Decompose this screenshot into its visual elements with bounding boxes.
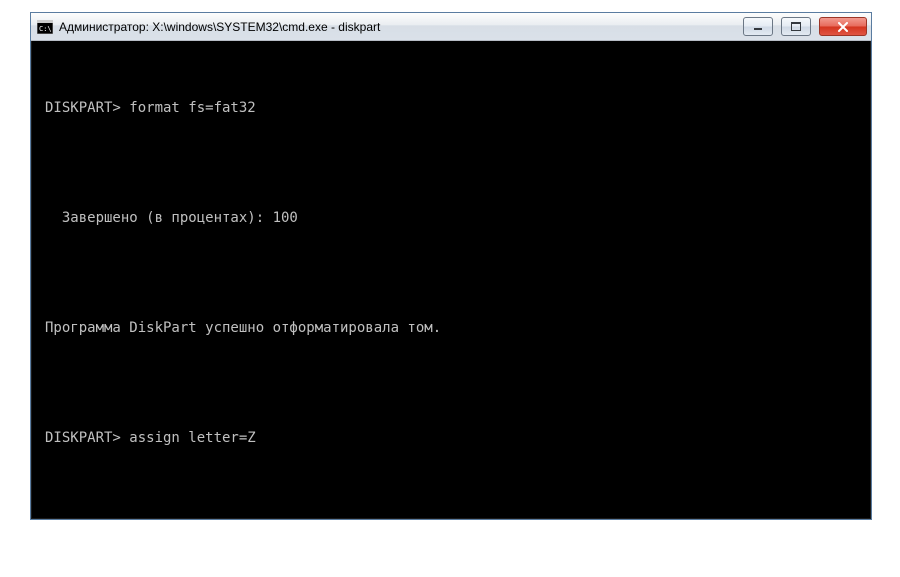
close-button[interactable] xyxy=(819,17,867,36)
titlebar[interactable]: C:\ Администратор: X:\windows\SYSTEM32\c… xyxy=(31,13,871,41)
maximize-button[interactable] xyxy=(781,17,811,36)
console-line: DISKPART> format fs=fat32 xyxy=(45,97,857,119)
window-title: Администратор: X:\windows\SYSTEM32\cmd.e… xyxy=(59,20,380,34)
minimize-button[interactable] xyxy=(743,17,773,36)
console-line: DISKPART> assign letter=Z xyxy=(45,427,857,449)
console-line: Программа DiskPart успешно отформатирова… xyxy=(45,317,857,339)
cmd-window: C:\ Администратор: X:\windows\SYSTEM32\c… xyxy=(30,12,872,520)
console-output[interactable]: DISKPART> format fs=fat32 Завершено (в п… xyxy=(37,47,865,513)
svg-text:C:\: C:\ xyxy=(39,25,52,33)
cmd-icon: C:\ xyxy=(37,20,53,34)
console-line: Завершено (в процентах): 100 xyxy=(45,207,857,229)
